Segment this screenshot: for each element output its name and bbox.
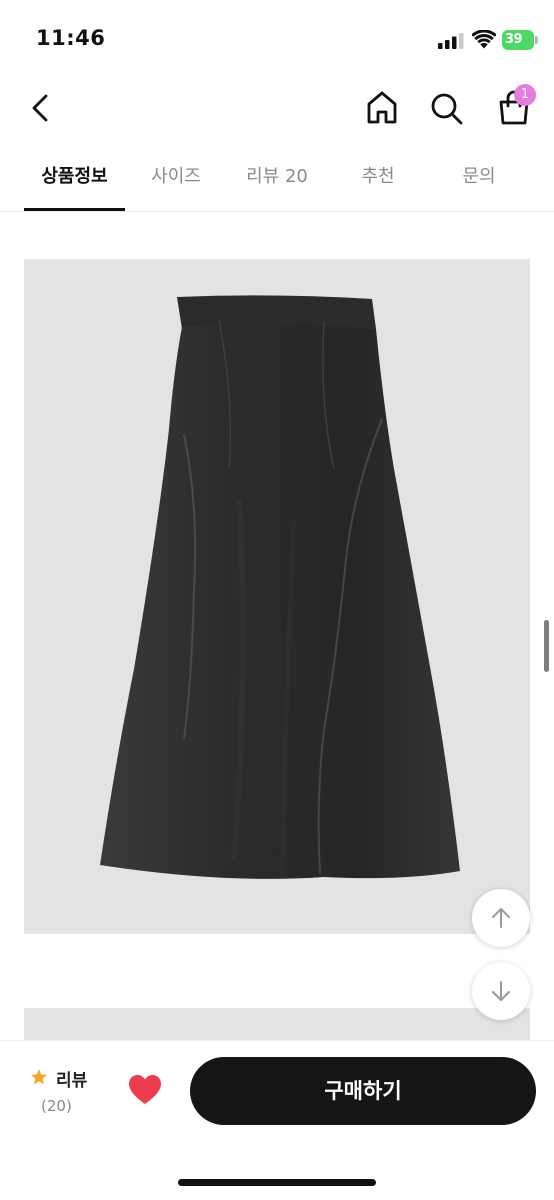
home-indicator xyxy=(178,1179,376,1186)
tab-bar: 상품정보 사이즈 리뷰 20 추천 문의 xyxy=(0,148,554,212)
tab-inquiry[interactable]: 문의 xyxy=(433,148,525,211)
scroll-bottom-button[interactable] xyxy=(472,962,530,1020)
battery-icon: 39 xyxy=(502,30,538,50)
top-nav xyxy=(0,80,554,140)
signal-icon xyxy=(438,33,464,49)
tab-size[interactable]: 사이즈 xyxy=(130,148,222,211)
tab-recommend[interactable]: 추천 xyxy=(333,148,423,211)
chevron-left-icon[interactable] xyxy=(24,90,60,126)
star-icon xyxy=(31,1069,47,1085)
status-bar: 11:46 39 xyxy=(0,0,554,80)
home-icon[interactable] xyxy=(364,88,400,128)
product-image xyxy=(24,259,530,934)
battery-percent: 39 xyxy=(505,32,523,47)
skirt-illustration xyxy=(100,295,460,879)
bottom-action-bar: 리뷰 (20) 구매하기 xyxy=(0,1040,554,1200)
buy-button[interactable]: 구매하기 xyxy=(190,1057,536,1125)
search-icon[interactable] xyxy=(428,88,466,128)
heart-icon[interactable] xyxy=(128,1074,162,1106)
review-label[interactable]: 리뷰 xyxy=(56,1066,87,1091)
arrow-down-icon xyxy=(492,981,510,1001)
status-time: 11:46 xyxy=(36,26,106,50)
scroll-top-button[interactable] xyxy=(472,889,530,947)
tab-reviews[interactable]: 리뷰 20 xyxy=(228,148,326,211)
wifi-icon xyxy=(472,30,496,49)
arrow-up-icon xyxy=(492,908,510,928)
cart-badge: 1 xyxy=(514,84,536,106)
tab-indicator xyxy=(24,208,125,211)
review-count: (20) xyxy=(41,1097,72,1115)
scrollbar[interactable] xyxy=(544,620,549,672)
tab-product-info[interactable]: 상품정보 xyxy=(24,148,125,211)
